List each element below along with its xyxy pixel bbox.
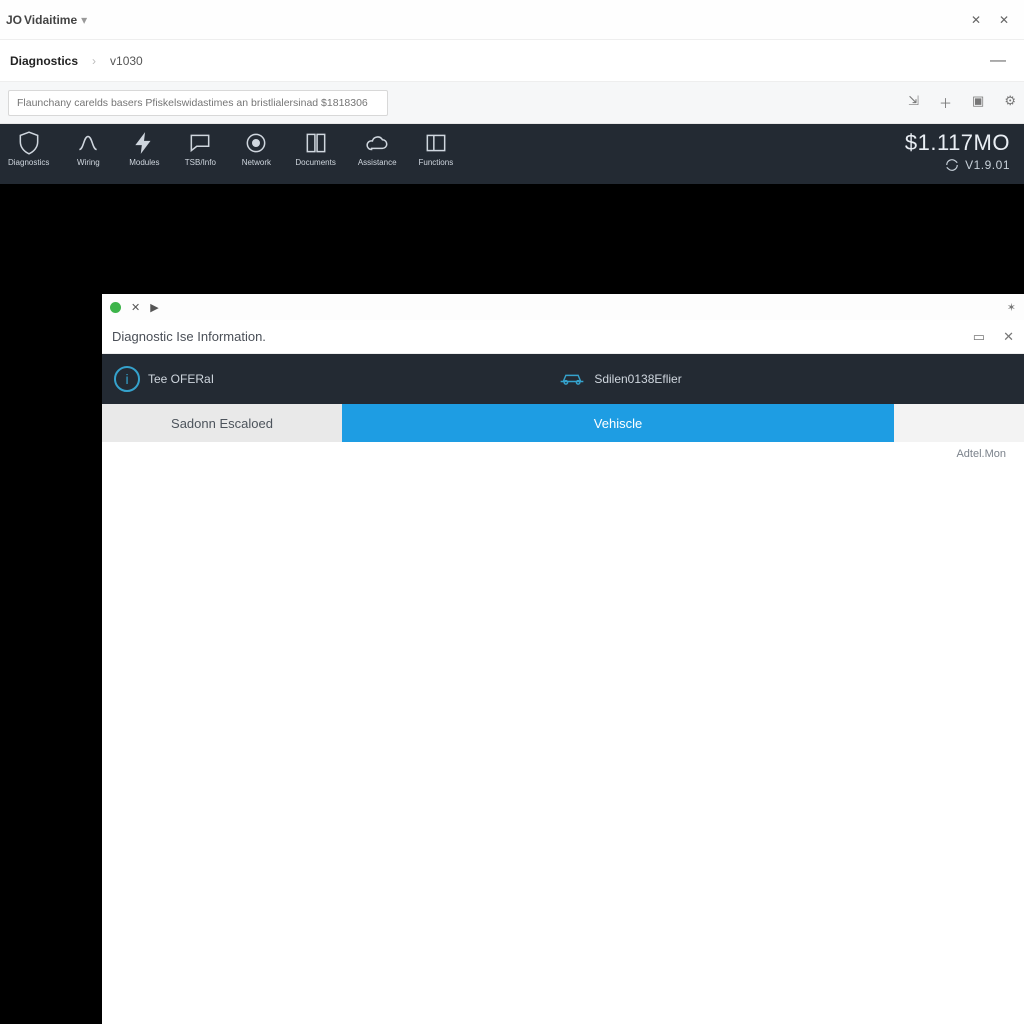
car-icon xyxy=(558,369,586,390)
refresh-icon xyxy=(945,158,959,172)
target-icon xyxy=(243,130,269,156)
ribbon-item-functions[interactable]: Functions xyxy=(419,130,454,167)
cloud-icon xyxy=(364,130,390,156)
bolt-icon xyxy=(131,130,157,156)
meta-label: Adtel.Mon xyxy=(956,448,1006,460)
shield-icon xyxy=(16,130,42,156)
book-icon xyxy=(303,130,329,156)
ribbon-item-diagnostics[interactable]: Diagnostics xyxy=(8,130,49,167)
inner-tabs: Sadonn Escaloed Vehiscle xyxy=(102,404,1024,442)
content-area xyxy=(102,460,1024,1024)
main-ribbon: Diagnostics Wiring Modules TSB/Info Netw… xyxy=(0,124,1024,184)
cable-icon xyxy=(75,130,101,156)
breadcrumb-sub[interactable]: v1030 xyxy=(110,54,143,68)
meta-row: Adtel.Mon xyxy=(102,442,1024,460)
info-circle-icon: i xyxy=(114,366,140,392)
window-title: Vidaitime xyxy=(24,13,77,27)
cast-icon[interactable]: ⇲ xyxy=(908,93,919,112)
search-toolbar: ⇲ ＋ ▣ ⚙ xyxy=(0,82,1024,124)
inner-minimize-icon[interactable]: ▭ xyxy=(973,329,985,345)
tab-session[interactable]: Sadonn Escaloed xyxy=(102,404,342,442)
ribbon-status: $1.117MO V1.9.01 xyxy=(905,130,1010,172)
breadcrumb-separator: › xyxy=(92,54,96,68)
window-close-secondary[interactable]: ✕ xyxy=(962,6,990,34)
path-bar: i Tee OFERaI Sdilen0138Eflier xyxy=(102,354,1024,404)
desktop-area: ✕ ▶ ✶ Diagnostic Ise Information. ▭ ✕ i … xyxy=(0,184,1024,1024)
tab-label: Vehiscle xyxy=(594,416,642,431)
add-icon[interactable]: ＋ xyxy=(939,93,952,112)
path-segment-1[interactable]: i Tee OFERaI xyxy=(114,366,214,392)
breadcrumb: Diagnostics › v1030 — xyxy=(0,40,1024,82)
tab-close-icon[interactable]: ✕ xyxy=(131,301,140,314)
panel-icon xyxy=(423,130,449,156)
ribbon-label: TSB/Info xyxy=(185,158,216,167)
chat-bubble-icon xyxy=(187,130,213,156)
ribbon-label: Modules xyxy=(129,158,159,167)
app-logo-text: JO xyxy=(6,13,22,27)
status-version: V1.9.01 xyxy=(965,158,1010,172)
ribbon-item-docs[interactable]: Documents xyxy=(295,130,335,167)
ribbon-label: Functions xyxy=(419,158,454,167)
outer-titlebar: JO Vidaitime ▾ ✕ ✕ xyxy=(0,0,1024,40)
settings-icon[interactable]: ⚙ xyxy=(1004,93,1016,112)
ribbon-item-wiring[interactable]: Wiring xyxy=(71,130,105,167)
inner-close-icon[interactable]: ✕ xyxy=(1003,329,1014,345)
search-input[interactable] xyxy=(8,90,388,116)
ribbon-label: Network xyxy=(242,158,271,167)
tab-star-icon[interactable]: ✶ xyxy=(1007,301,1016,314)
breadcrumb-main[interactable]: Diagnostics xyxy=(10,54,78,68)
ribbon-item-network[interactable]: Network xyxy=(239,130,273,167)
status-dot-icon xyxy=(110,302,121,313)
window-close[interactable]: ✕ xyxy=(990,6,1018,34)
ribbon-label: Documents xyxy=(295,158,335,167)
tab-label: Sadonn Escaloed xyxy=(171,416,273,431)
panel-minimize[interactable]: — xyxy=(982,52,1014,70)
tab-tail xyxy=(894,404,1024,442)
inner-titlebar: Diagnostic Ise Information. ▭ ✕ xyxy=(102,320,1024,354)
status-amount: $1.117MO xyxy=(905,130,1010,156)
ribbon-item-modules[interactable]: Modules xyxy=(127,130,161,167)
tab-run-icon[interactable]: ▶ xyxy=(150,301,158,314)
ribbon-label: Wiring xyxy=(77,158,100,167)
ribbon-label: Diagnostics xyxy=(8,158,49,167)
path-label: Tee OFERaI xyxy=(148,372,214,386)
ribbon-item-tsb[interactable]: TSB/Info xyxy=(183,130,217,167)
path-label: Sdilen0138Eflier xyxy=(594,372,681,386)
media-icon[interactable]: ▣ xyxy=(972,93,984,112)
path-segment-2[interactable]: Sdilen0138Eflier xyxy=(558,369,681,390)
inner-window-title: Diagnostic Ise Information. xyxy=(112,329,266,344)
inner-tabbar: ✕ ▶ ✶ xyxy=(102,294,1024,320)
tab-vehicle[interactable]: Vehiscle xyxy=(342,404,894,442)
inner-window: ✕ ▶ ✶ Diagnostic Ise Information. ▭ ✕ i … xyxy=(102,294,1024,1024)
ribbon-label: Assistance xyxy=(358,158,397,167)
ribbon-item-assist[interactable]: Assistance xyxy=(358,130,397,167)
